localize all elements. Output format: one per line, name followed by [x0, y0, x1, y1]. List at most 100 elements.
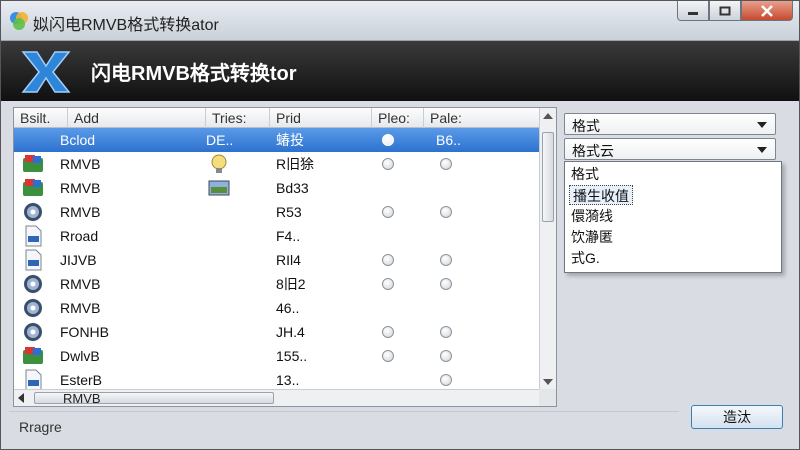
hscroll-label: RMVB: [63, 391, 101, 406]
vertical-scrollbar[interactable]: [539, 108, 556, 390]
row-name: JIJVB: [60, 252, 97, 268]
disc-icon: [22, 297, 44, 319]
table-row[interactable]: RMVB 46..: [14, 296, 540, 320]
minimize-icon: [688, 11, 698, 15]
document-icon: [22, 249, 44, 271]
video-icon: [22, 177, 44, 199]
row-pleo-radio[interactable]: [382, 206, 394, 218]
video-icon: [22, 153, 44, 175]
row-pleo-radio[interactable]: [382, 134, 394, 146]
row-name: DwlvB: [60, 348, 100, 364]
row-prid: Bd33: [276, 180, 309, 196]
dropdown-option[interactable]: 式G.: [571, 248, 600, 268]
row-name: Rroad: [60, 228, 99, 244]
app-logo-icon: [10, 12, 28, 30]
format-cloud-select[interactable]: 格式云: [564, 138, 776, 160]
row-pleo-radio[interactable]: [382, 158, 394, 170]
horizontal-scrollbar[interactable]: RMVB: [14, 389, 540, 406]
chevron-down-icon: [757, 147, 767, 153]
row-name: FONHB: [60, 324, 109, 340]
chevron-down-icon: [757, 122, 767, 128]
row-pale-radio[interactable]: [440, 326, 452, 338]
row-prid: 155..: [276, 348, 308, 364]
dropdown-option[interactable]: 饮瀞匿: [571, 227, 613, 247]
row-pleo-radio[interactable]: [382, 350, 394, 362]
row-name: Bclod: [60, 132, 96, 148]
row-pale-radio[interactable]: [440, 350, 452, 362]
row-prid: R53: [276, 204, 302, 220]
table-row[interactable]: JIJVB RIl4: [14, 248, 540, 272]
row-name: RMVB: [60, 156, 101, 172]
row-prid: 13..: [276, 372, 300, 388]
disc-icon: [22, 273, 44, 295]
app-window: 姒闪电RMVB格式转换ator 闪电RMVB格式转换tor Bsilt. Add…: [0, 0, 800, 450]
row-prid: F4..: [276, 228, 301, 244]
scroll-corner: [539, 389, 556, 406]
maximize-icon: [719, 6, 731, 15]
video-icon: [22, 345, 44, 367]
row-prid: JH.4: [276, 324, 305, 340]
row-prid: 蝽投: [276, 132, 304, 148]
row-name: RMVB: [60, 300, 101, 316]
row-prid: 46..: [276, 300, 300, 316]
header-banner: 闪电RMVB格式转换tor: [1, 41, 799, 101]
table-row[interactable]: Rroad F4..: [14, 224, 540, 248]
row-pale-radio[interactable]: [440, 374, 452, 386]
scroll-left-icon[interactable]: [18, 393, 24, 403]
table-row[interactable]: Bclod DE.. 蝽投 B6..: [14, 128, 540, 152]
column-header-add[interactable]: Add: [68, 108, 206, 128]
row-pale-radio[interactable]: [440, 158, 452, 170]
table-row[interactable]: EsterB 13..: [14, 368, 540, 390]
format-cloud-select-value: 格式云: [572, 143, 614, 159]
disc-icon: [22, 321, 44, 343]
close-icon: [761, 4, 773, 17]
row-pleo-radio[interactable]: [382, 326, 394, 338]
list-rows: Bclod DE.. 蝽投 B6.. RMVB R旧狳 RMVB Bd33 RMVB R53 Rro…: [14, 128, 540, 390]
dropdown-option[interactable]: 格式: [571, 164, 599, 184]
scroll-down-icon[interactable]: [543, 379, 553, 385]
row-pleo-radio[interactable]: [382, 254, 394, 266]
table-row[interactable]: RMVB R旧狳: [14, 152, 540, 176]
dropdown-option[interactable]: 播生收值: [569, 185, 633, 205]
row-prid: 8旧2: [276, 276, 306, 292]
row-name: RMVB: [60, 204, 101, 220]
column-header-prid[interactable]: Prid: [270, 108, 372, 128]
format-panel: 格式 格式云 格式 播生收值 儇漪线 饮瀞匿 式G.: [564, 107, 786, 277]
title-bar[interactable]: 姒闪电RMVB格式转换ator: [1, 1, 799, 41]
maximize-button[interactable]: [709, 1, 741, 21]
minimize-button[interactable]: [677, 1, 709, 21]
table-row[interactable]: RMVB R53: [14, 200, 540, 224]
document-icon: [22, 225, 44, 247]
column-header-pale[interactable]: Pale:: [424, 108, 540, 128]
action-button[interactable]: 造汰: [691, 405, 783, 429]
dropdown-option[interactable]: 儇漪线: [571, 206, 613, 226]
format-select[interactable]: 格式: [564, 113, 776, 135]
row-pale-radio[interactable]: [440, 254, 452, 266]
row-name: RMVB: [60, 180, 101, 196]
list-header: Bsilt. Add Tries: Prid Pleo: Pale:: [14, 108, 540, 128]
format-select-value: 格式: [572, 118, 600, 134]
row-pale-radio-text: B6..: [436, 132, 461, 148]
x-logo-icon: [21, 51, 71, 93]
close-button[interactable]: [741, 1, 793, 21]
table-row[interactable]: RMVB 8旧2: [14, 272, 540, 296]
table-row[interactable]: RMVB Bd33: [14, 176, 540, 200]
banner-title: 闪电RMVB格式转换tor: [91, 63, 297, 85]
vertical-scroll-thumb[interactable]: [542, 132, 554, 222]
row-pleo-radio[interactable]: [382, 278, 394, 290]
row-pale-radio[interactable]: [440, 206, 452, 218]
column-header-pleo[interactable]: Pleo:: [372, 108, 424, 128]
disc-icon: [22, 201, 44, 223]
row-tries: DE..: [206, 132, 234, 148]
image-icon: [208, 177, 230, 199]
row-pale-radio[interactable]: [440, 278, 452, 290]
table-row[interactable]: DwlvB 155..: [14, 344, 540, 368]
column-header-bsilt[interactable]: Bsilt.: [14, 108, 68, 128]
file-list[interactable]: Bsilt. Add Tries: Prid Pleo: Pale: Bclod…: [13, 107, 557, 407]
window-title: 姒闪电RMVB格式转换ator: [33, 17, 219, 34]
scroll-up-icon[interactable]: [543, 113, 553, 119]
horizontal-scroll-thumb[interactable]: RMVB: [34, 391, 274, 406]
column-header-tries[interactable]: Tries:: [206, 108, 270, 128]
table-row[interactable]: FONHB JH.4: [14, 320, 540, 344]
window-controls: [677, 1, 793, 23]
